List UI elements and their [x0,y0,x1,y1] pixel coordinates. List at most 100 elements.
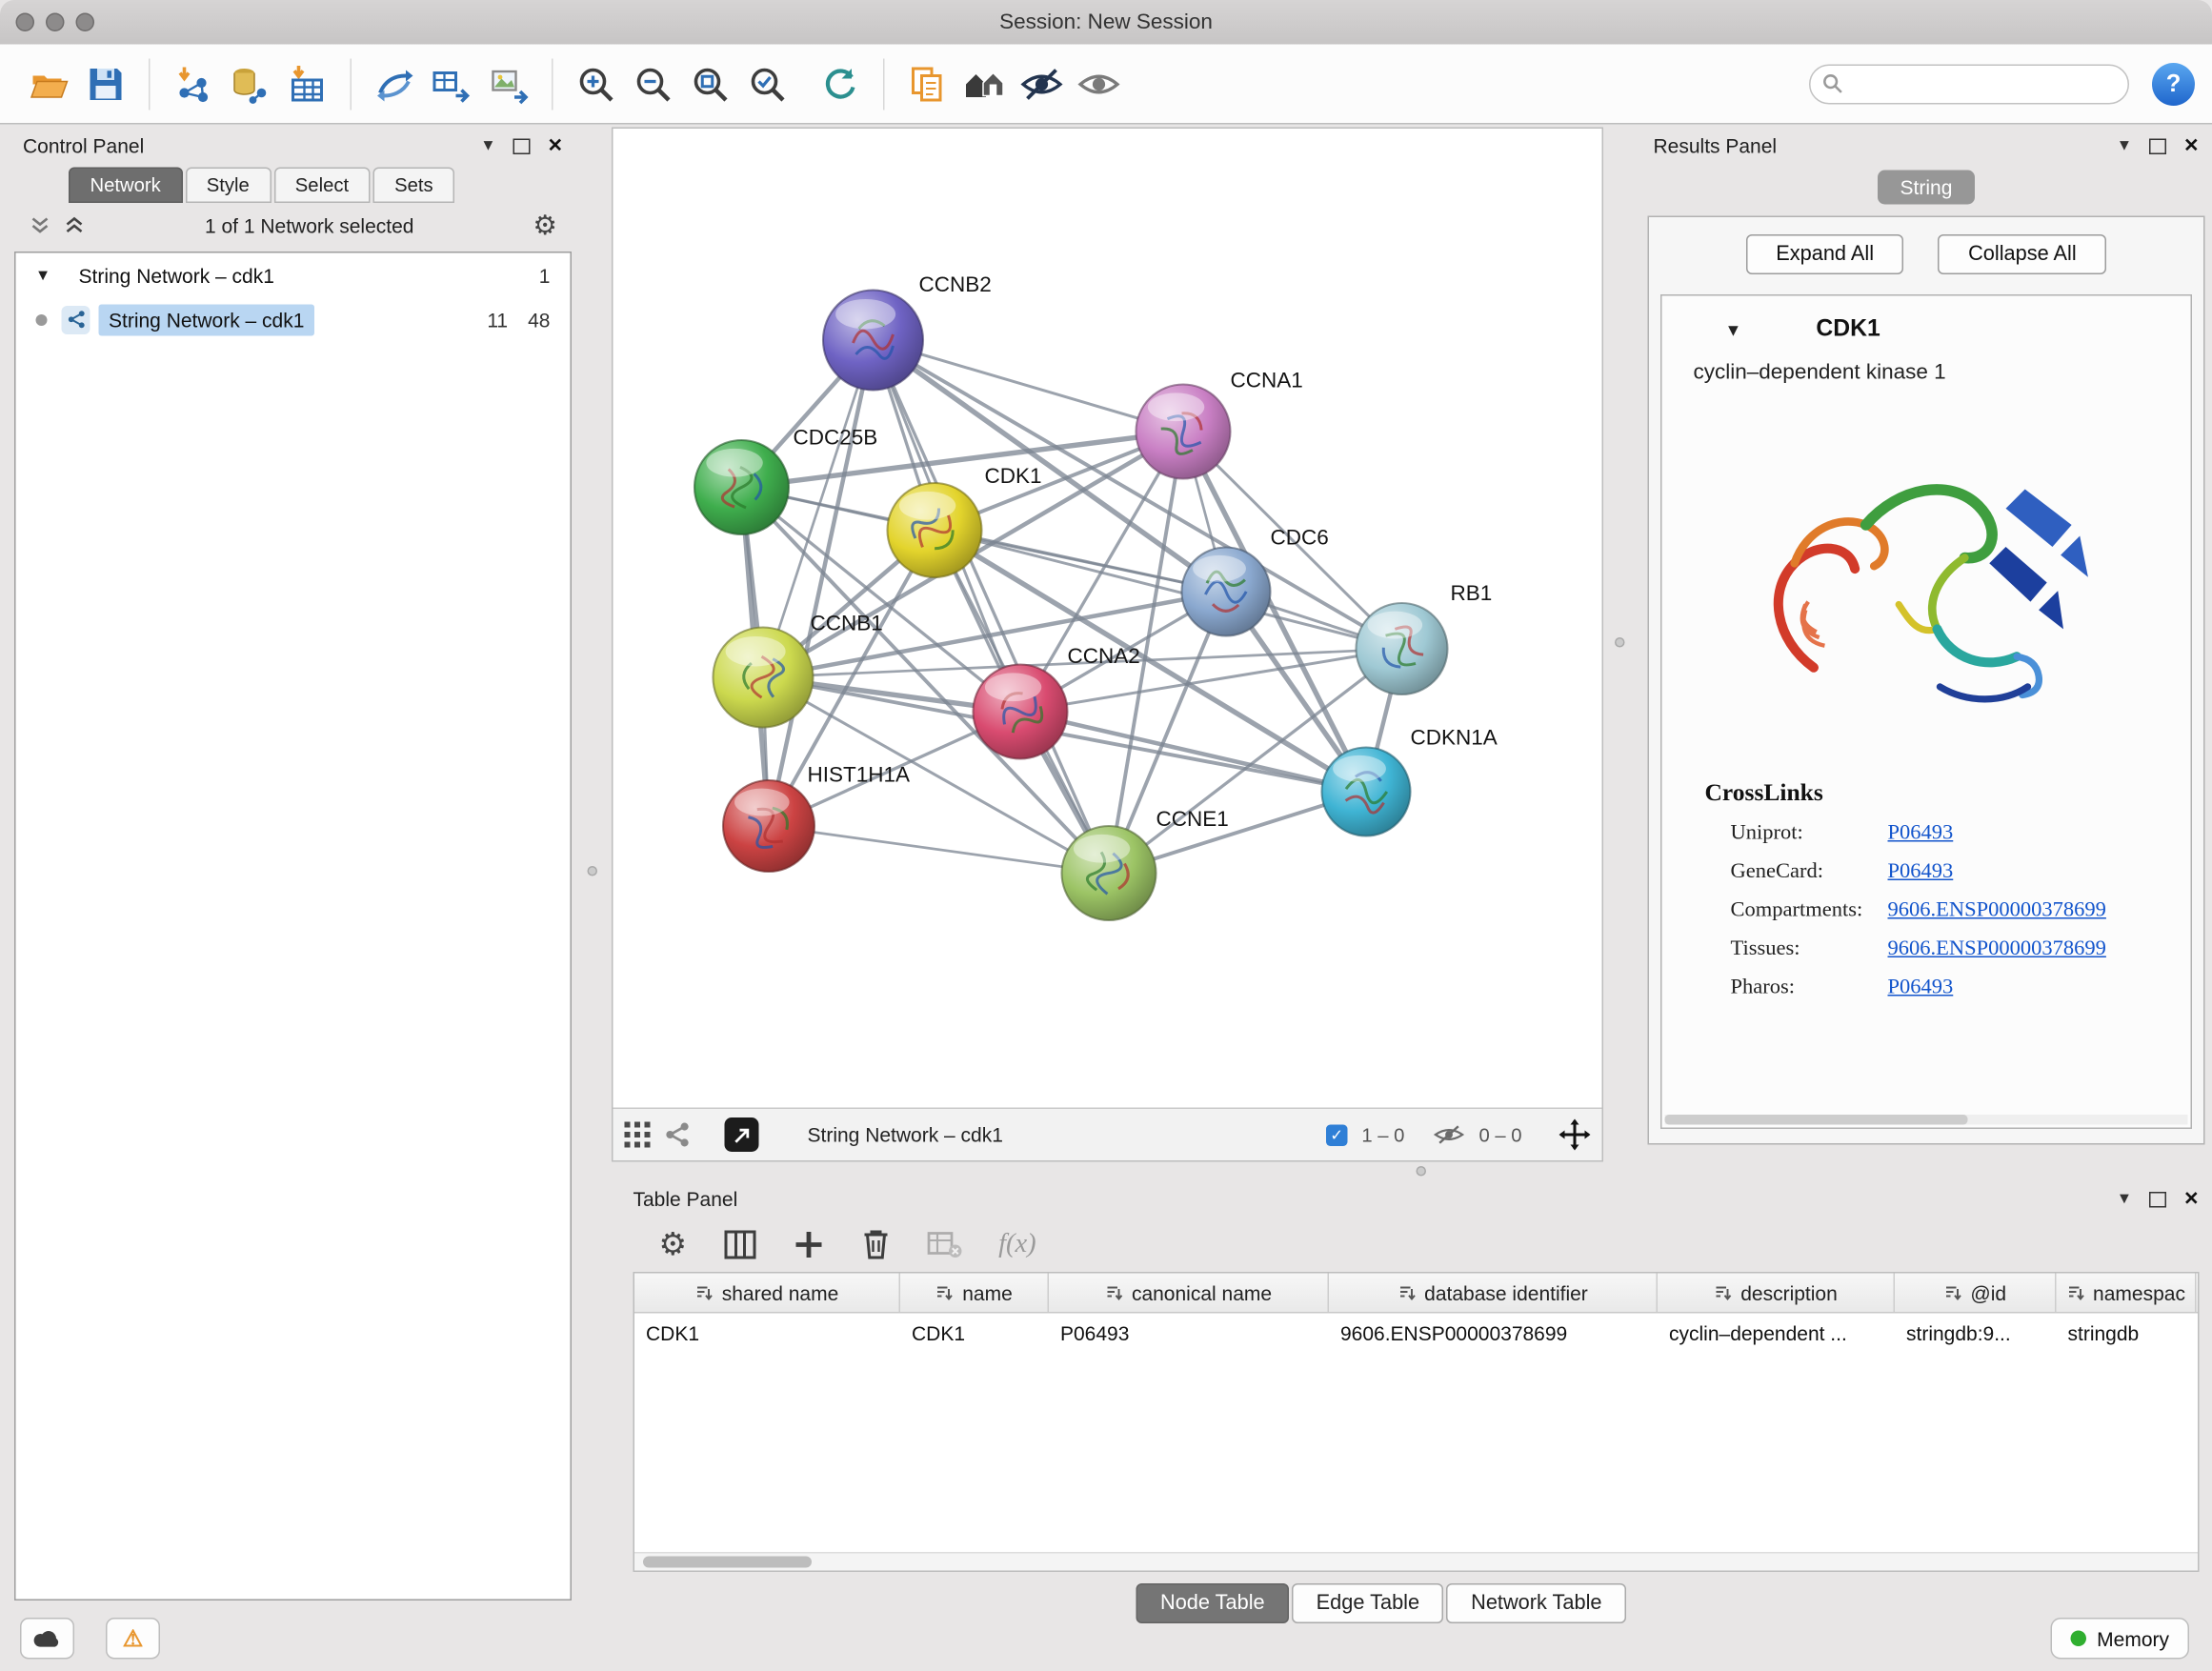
open-view-button[interactable] [725,1117,759,1152]
column-header[interactable]: shared name [634,1274,900,1313]
tab-sets[interactable]: Sets [373,168,455,204]
function-builder-icon[interactable]: f(x) [998,1229,1036,1260]
crosslink-link[interactable]: P06493 [1888,860,1954,885]
import-network-from-file-button[interactable] [169,59,217,108]
table-horizontal-scrollbar[interactable] [634,1552,2198,1571]
table-cell[interactable]: stringdb [2057,1321,2197,1344]
network-node-CCNB2[interactable] [823,291,923,391]
show-details-button[interactable] [1075,59,1123,108]
panel-close-icon[interactable]: ✕ [2183,1188,2199,1211]
entry-disclosure-icon[interactable]: ▼ [1725,319,1742,339]
panel-collapse-icon[interactable]: ▼ [480,137,495,154]
zoom-selected-button[interactable] [743,59,792,108]
table-cell[interactable]: cyclin–dependent ... [1658,1321,1895,1344]
network-canvas[interactable]: CCNB2CCNA1CDC25BCDK1CDC6RB1CCNB1CCNA2CDK… [613,129,1602,1109]
tab-network[interactable]: Network [69,168,182,204]
column-header[interactable]: namespac [2057,1274,2197,1313]
tab-network-table[interactable]: Network Table [1447,1583,1626,1623]
pan-crosshair-icon[interactable] [1559,1119,1591,1151]
table-row[interactable]: CDK1CDK1P064939606.ENSP00000378699cyclin… [634,1314,2198,1353]
column-header[interactable]: description [1658,1274,1895,1313]
export-network-button[interactable] [428,59,476,108]
panel-collapse-icon[interactable]: ▼ [2117,1191,2132,1208]
table-cell[interactable]: stringdb:9... [1895,1321,2057,1344]
entry-horizontal-scrollbar[interactable] [1665,1115,2188,1125]
cloud-status-button[interactable] [20,1619,74,1661]
table-cell[interactable]: 9606.ENSP00000378699 [1329,1321,1658,1344]
column-header[interactable]: database identifier [1329,1274,1658,1313]
home-button[interactable] [960,59,1009,108]
tab-string[interactable]: String [1878,171,1976,205]
crosslink-link[interactable]: P06493 [1888,976,1954,1001]
network-node-CDK1[interactable] [888,483,982,577]
network-node-RB1[interactable] [1357,603,1448,695]
zoom-in-button[interactable] [572,59,620,108]
warning-button[interactable]: ⚠ [106,1619,160,1661]
network-tools-button[interactable] [371,59,419,108]
memory-button[interactable]: Memory [2051,1619,2189,1661]
crosslink-link[interactable]: P06493 [1888,822,1954,847]
zoom-fit-button[interactable] [686,59,734,108]
search-input[interactable] [1852,71,2128,96]
network-node-CCNB1[interactable] [714,628,814,728]
table-cell[interactable]: P06493 [1049,1321,1329,1344]
open-session-button[interactable] [25,59,73,108]
expand-all-button[interactable]: Expand All [1746,234,1904,274]
network-node-HIST1H1A[interactable] [723,780,814,872]
hide-details-button[interactable] [1017,59,1066,108]
save-session-button[interactable] [82,59,131,108]
grid-icon[interactable] [625,1122,651,1148]
help-button[interactable]: ? [2152,62,2195,105]
panel-collapse-icon[interactable]: ▼ [2117,137,2132,154]
delete-table-icon[interactable] [927,1231,961,1259]
column-header[interactable]: @id [1895,1274,2057,1313]
panel-float-icon[interactable] [513,138,531,154]
share-network-icon[interactable] [665,1122,691,1148]
zoom-out-button[interactable] [629,59,677,108]
add-column-icon[interactable] [793,1229,824,1260]
table-settings-gear-icon[interactable]: ⚙ [659,1229,688,1260]
network-collection-row[interactable]: ▼ String Network – cdk1 1 [16,253,571,298]
apply-layout-button[interactable] [816,59,865,108]
network-node-CCNA1[interactable] [1136,385,1231,479]
network-node-CDC25B[interactable] [694,440,789,534]
import-table-from-file-button[interactable] [283,59,332,108]
network-edge[interactable] [769,340,874,826]
import-network-from-database-button[interactable] [226,59,274,108]
panel-close-icon[interactable]: ✕ [2183,134,2199,157]
column-header[interactable]: name [900,1274,1049,1313]
network-edge[interactable] [874,340,1110,874]
network-node-CCNE1[interactable] [1062,826,1156,920]
panel-float-icon[interactable] [2149,138,2166,154]
table-cell[interactable]: CDK1 [900,1321,1049,1344]
gear-icon[interactable]: ⚙ [533,212,557,240]
panel-close-icon[interactable]: ✕ [548,134,563,157]
panel-float-icon[interactable] [2149,1191,2166,1207]
tab-style[interactable]: Style [185,168,271,204]
network-node-CDC6[interactable] [1182,548,1271,636]
tab-select[interactable]: Select [273,168,370,204]
network-node-CCNA2[interactable] [974,665,1068,759]
annotation-button[interactable] [903,59,952,108]
expand-tree-icon[interactable] [29,214,51,237]
tab-node-table[interactable]: Node Table [1136,1583,1290,1623]
show-columns-icon[interactable] [724,1229,755,1260]
crosslink-link[interactable]: 9606.ENSP00000378699 [1888,937,2106,962]
network-node-CDKN1A[interactable] [1322,748,1411,836]
disclosure-triangle-icon[interactable]: ▼ [16,267,70,284]
delete-column-icon[interactable] [861,1229,890,1260]
scrollbar-thumb[interactable] [643,1557,812,1568]
selected-nodes-checkbox-icon[interactable]: ✓ [1326,1124,1348,1146]
export-image-button[interactable] [485,59,533,108]
collapse-all-button[interactable]: Collapse All [1939,234,2107,274]
network-edge[interactable] [769,826,1109,874]
tab-edge-table[interactable]: Edge Table [1292,1583,1443,1623]
collapse-tree-icon[interactable] [63,214,86,237]
network-edge[interactable] [1020,712,1366,792]
network-row[interactable]: String Network – cdk1 11 48 [16,297,571,342]
splitter-handle[interactable] [588,866,598,876]
hidden-eye-slash-icon[interactable] [1433,1123,1464,1146]
column-header[interactable]: canonical name [1049,1274,1329,1313]
scrollbar-thumb[interactable] [1665,1115,1968,1125]
splitter-handle[interactable] [1417,1166,1427,1177]
